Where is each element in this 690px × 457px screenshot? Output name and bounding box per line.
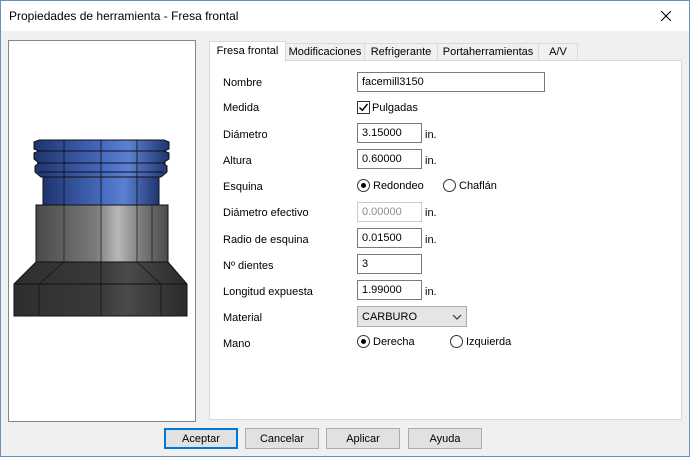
- altura-label: Altura: [223, 155, 252, 167]
- tab-label: Portaherramientas: [442, 46, 534, 58]
- cancel-button[interactable]: Cancelar: [245, 428, 319, 449]
- tab-refrigerante[interactable]: Refrigerante: [364, 43, 438, 61]
- check-icon: [359, 103, 369, 112]
- tab-portaherramientas[interactable]: Portaherramientas: [437, 43, 539, 61]
- material-label: Material: [223, 312, 263, 324]
- help-button[interactable]: Ayuda: [408, 428, 482, 449]
- longitud-expuesta-input[interactable]: 1.99000: [357, 280, 422, 300]
- medida-label: Medida: [223, 102, 260, 114]
- diametro-label: Diámetro: [223, 129, 268, 141]
- tab-label: Fresa frontal: [216, 45, 279, 57]
- tab-label: Modificaciones: [288, 46, 362, 58]
- accept-button-label: Aceptar: [182, 433, 220, 445]
- longitud-expuesta-label: Longitud expuesta: [223, 286, 313, 298]
- close-button[interactable]: [643, 1, 689, 31]
- derecha-label: Derecha: [373, 336, 415, 348]
- tab-modificaciones[interactable]: Modificaciones: [285, 43, 365, 61]
- material-select[interactable]: CARBURO: [357, 306, 467, 327]
- dientes-input[interactable]: 3: [357, 254, 422, 274]
- radio-esquina-label: Radio de esquina: [223, 234, 309, 246]
- diametro-efectivo-unit: in.: [425, 207, 437, 219]
- pulgadas-checkbox[interactable]: [357, 101, 370, 114]
- chevron-down-icon: [452, 312, 462, 324]
- tool-properties-dialog: Propiedades de herramienta - Fresa front…: [0, 0, 690, 457]
- chaflan-label: Chaflán: [459, 180, 497, 192]
- izquierda-radio[interactable]: [450, 335, 463, 348]
- mano-label: Mano: [223, 338, 251, 350]
- facemill-3d-render: [13, 139, 188, 317]
- tab-label: Refrigerante: [370, 46, 432, 58]
- diametro-unit: in.: [425, 129, 437, 141]
- izquierda-label: Izquierda: [466, 336, 512, 348]
- longitud-expuesta-unit: in.: [425, 286, 437, 298]
- redondeo-label: Redondeo: [373, 180, 424, 192]
- radio-esquina-unit: in.: [425, 234, 437, 246]
- window-title: Propiedades de herramienta - Fresa front…: [9, 9, 239, 23]
- tab-label: A/V: [549, 46, 567, 58]
- material-value: CARBURO: [362, 311, 418, 323]
- accept-button[interactable]: Aceptar: [164, 428, 238, 449]
- tab-av[interactable]: A/V: [538, 43, 578, 61]
- tool-preview: [8, 40, 196, 422]
- apply-button-label: Aplicar: [346, 433, 380, 445]
- dientes-label: Nº dientes: [223, 260, 274, 272]
- tab-fresa-frontal[interactable]: Fresa frontal: [209, 41, 286, 62]
- help-button-label: Ayuda: [429, 433, 461, 445]
- pulgadas-label: Pulgadas: [372, 102, 418, 114]
- nombre-input[interactable]: facemill3150: [357, 72, 545, 92]
- esquina-label: Esquina: [223, 181, 263, 193]
- redondeo-radio[interactable]: [357, 179, 370, 192]
- diametro-efectivo-input: 0.00000: [357, 202, 422, 222]
- cancel-button-label: Cancelar: [259, 433, 305, 445]
- diametro-efectivo-label: Diámetro efectivo: [223, 207, 309, 219]
- close-icon: [661, 11, 671, 21]
- altura-unit: in.: [425, 155, 437, 167]
- chaflan-radio[interactable]: [443, 179, 456, 192]
- nombre-label: Nombre: [223, 77, 263, 89]
- apply-button[interactable]: Aplicar: [326, 428, 400, 449]
- derecha-radio[interactable]: [357, 335, 370, 348]
- title-bar: Propiedades de herramienta - Fresa front…: [1, 1, 689, 31]
- diametro-input[interactable]: 3.15000: [357, 123, 422, 143]
- radio-esquina-input[interactable]: 0.01500: [357, 228, 422, 248]
- altura-input[interactable]: 0.60000: [357, 149, 422, 169]
